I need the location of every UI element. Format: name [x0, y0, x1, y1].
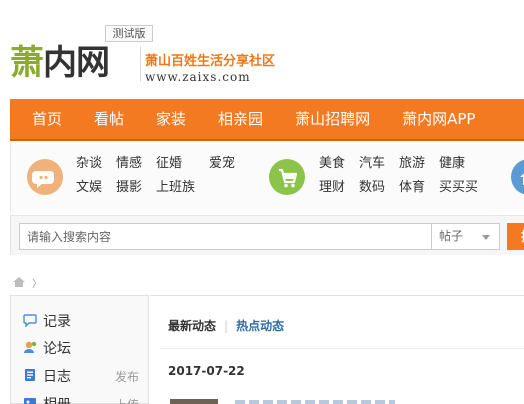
- site-slogan: 萧山百姓生活分享社区: [145, 54, 276, 69]
- breadcrumb: 〉: [12, 273, 42, 292]
- home-icon[interactable]: [511, 159, 524, 195]
- sidebar-item-label: 相册: [43, 394, 71, 404]
- user-chat-icon: [23, 339, 37, 358]
- category-link[interactable]: 征婚: [156, 155, 195, 173]
- chevron-down-icon: [482, 235, 490, 240]
- nav-item-decor[interactable]: 家装: [140, 99, 202, 139]
- category-link[interactable]: 数码: [359, 179, 385, 197]
- publish-link[interactable]: 发布: [115, 368, 139, 385]
- feed-date: 2017-07-22: [168, 364, 245, 378]
- upload-link[interactable]: 上传: [115, 396, 139, 404]
- main-nav: 首页 看帖 家装 相亲园 萧山招聘网 萧内网APP: [10, 99, 524, 141]
- sidebar-item-label: 日志: [43, 369, 71, 385]
- chevron-right-icon: 〉: [32, 279, 42, 290]
- feed-divider: [160, 348, 524, 349]
- category-links-group1: 杂谈 情感 征婚 爱宠 文娱 摄影 上班族: [76, 155, 235, 197]
- category-link[interactable]: 文娱: [76, 179, 102, 197]
- search-button[interactable]: 搜: [507, 223, 524, 250]
- category-link[interactable]: 买买买: [439, 179, 478, 197]
- feed-thumbnail[interactable]: [170, 399, 218, 404]
- album-icon: [23, 395, 37, 404]
- journal-icon: [23, 367, 37, 386]
- nav-item-dating[interactable]: 相亲园: [202, 99, 279, 139]
- sidebar-item-forum[interactable]: 论坛: [23, 338, 148, 358]
- nav-item-posts[interactable]: 看帖: [78, 99, 140, 139]
- category-link[interactable]: 摄影: [116, 179, 142, 197]
- search-type-select[interactable]: 帖子: [431, 223, 500, 250]
- category-link[interactable]: 爱宠: [209, 155, 235, 173]
- logo-char-2: 内: [43, 43, 77, 83]
- category-link[interactable]: 健康: [439, 155, 478, 173]
- sidebar-item-label: 论坛: [43, 341, 71, 357]
- sidebar-item-journal[interactable]: 日志 发布: [23, 366, 148, 386]
- activity-feed: 最新动态 | 热点动态 2017-07-22: [150, 295, 524, 404]
- feed-tabs: 最新动态 | 热点动态: [168, 317, 284, 334]
- tab-separator: |: [224, 318, 229, 333]
- home-icon[interactable]: [12, 273, 26, 292]
- category-link[interactable]: 汽车: [359, 155, 385, 173]
- category-link[interactable]: 美食: [319, 155, 345, 173]
- sidebar-item-album[interactable]: 相册 上传: [23, 394, 148, 404]
- logo-divider: [140, 46, 141, 82]
- sidebar-item-records[interactable]: 记录: [23, 311, 148, 331]
- tab-hot[interactable]: 热点动态: [236, 317, 284, 334]
- category-link[interactable]: 上班族: [156, 179, 195, 197]
- logo-char-1: 萧: [10, 43, 44, 83]
- nav-item-home[interactable]: 首页: [10, 99, 78, 139]
- site-domain: www.zaixs.com: [145, 70, 251, 84]
- category-link[interactable]: 情感: [116, 155, 142, 173]
- category-link[interactable]: 理财: [319, 179, 345, 197]
- category-panel: 杂谈 情感 征婚 爱宠 文娱 摄影 上班族 美食 汽车 旅游 健康 理财 数码 …: [10, 143, 524, 213]
- nav-item-jobs[interactable]: 萧山招聘网: [279, 99, 386, 139]
- category-link[interactable]: 杂谈: [76, 155, 102, 173]
- search-bar: 帖子 搜: [10, 215, 524, 255]
- site-logo[interactable]: 萧 内 网: [10, 43, 110, 83]
- sidebar-item-label: 记录: [43, 314, 71, 330]
- beta-badge: 测试版: [105, 25, 153, 42]
- category-links-group2: 美食 汽车 旅游 健康 理财 数码 体育 买买买: [319, 155, 478, 197]
- shopping-cart-icon[interactable]: [269, 159, 305, 195]
- search-input[interactable]: [19, 223, 437, 250]
- category-link[interactable]: 旅游: [399, 155, 425, 173]
- speech-bubble-icon: [23, 312, 37, 331]
- search-type-value: 帖子: [439, 229, 464, 243]
- category-link[interactable]: 体育: [399, 179, 425, 197]
- logo-char-3: 网: [76, 43, 110, 83]
- chat-bubble-icon[interactable]: [27, 159, 63, 195]
- sidebar: 记录 论坛 日志 发布 相: [10, 295, 149, 404]
- feed-entry-text[interactable]: [235, 400, 395, 404]
- tab-latest[interactable]: 最新动态: [168, 317, 216, 334]
- nav-item-app[interactable]: 萧内网APP: [386, 99, 491, 139]
